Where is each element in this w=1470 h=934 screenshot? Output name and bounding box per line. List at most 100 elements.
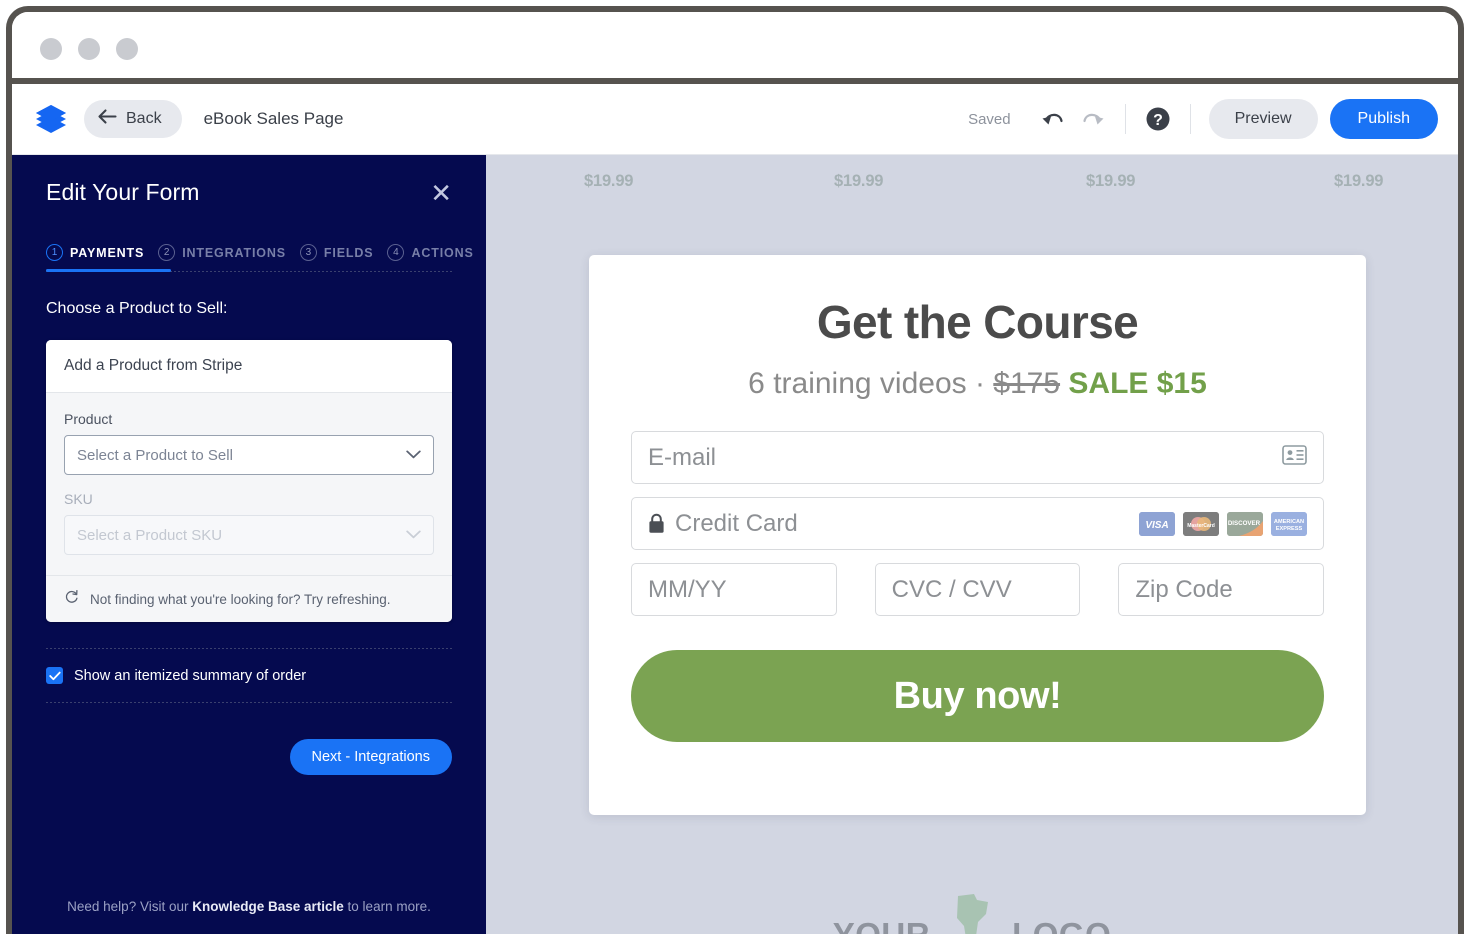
bg-price-2: $19.99 [834,172,884,190]
tab-payments-number: 1 [46,244,63,261]
next-integrations-button[interactable]: Next - Integrations [289,739,452,775]
refresh-circle-icon[interactable] [64,589,79,609]
toolbar-divider-1 [1124,104,1126,134]
subtitle-original-price: $175 [993,367,1061,400]
product-select[interactable]: Select a Product to Sell [64,435,434,475]
zip-field[interactable]: Zip Code [1118,563,1325,616]
expiry-field-placeholder: MM/YY [648,575,727,603]
tab-fields[interactable]: 3 FIELDS [299,244,374,272]
cvc-field-placeholder: CVC / CVV [891,575,1012,603]
panel-header: Edit Your Form ✕ [46,155,452,206]
question-mark-circle-icon[interactable]: ? [1138,99,1178,139]
toolbar-divider-2 [1189,104,1191,134]
tab-integrations[interactable]: 2 INTEGRATIONS [158,244,286,272]
stripe-product-card: Add a Product from Stripe Product Select… [46,340,452,622]
saved-status: Saved [968,110,1011,128]
window-dot-minimize[interactable] [78,38,100,60]
course-subtitle: 6 training videos · $175 SALE $15 [631,367,1324,401]
sku-select-value: Select a Product SKU [77,526,223,544]
svg-text:AMERICAN: AMERICAN [1274,519,1304,525]
visa-logo-icon: VISA [1139,511,1175,536]
card-details-row: MM/YY CVC / CVV Zip Code [631,563,1325,616]
bg-price-3: $19.99 [1086,172,1136,190]
svg-text:EXPRESS: EXPRESS [1276,526,1303,532]
publish-button[interactable]: Publish [1329,99,1438,139]
checkmark-icon [48,671,61,680]
sku-field-label: SKU [64,491,93,507]
product-select-value: Select a Product to Sell [77,446,233,464]
help-trail-text: to learn more. [343,899,431,914]
tab-integrations-number: 2 [158,244,176,261]
mastercard-logo-icon: MasterCard [1183,511,1219,536]
lock-icon [648,513,665,534]
sku-select[interactable]: Select a Product SKU [64,515,434,555]
email-field-placeholder: E-mail [648,443,717,471]
close-x-icon[interactable]: ✕ [430,180,452,206]
subtitle-sale-price: SALE $15 [1068,367,1207,400]
browser-window-frame: Back eBook Sales Page Saved ? Preview Pu… [6,6,1464,934]
back-button-label: Back [126,110,162,127]
window-dot-close[interactable] [40,38,62,60]
page-preview-canvas: $19.99 $19.99 $19.99 $19.99 Get the Cour… [486,155,1458,934]
wizard-tabs: 1 PAYMENTS 2 INTEGRATIONS 3 FIELDS 4 ACT… [46,244,473,272]
footer-logo: YOUR LOGO [486,888,1458,934]
tabs-active-underline [46,269,171,272]
preview-button[interactable]: Preview [1208,99,1318,139]
product-field-label: Product [64,411,113,427]
product-field-group: Product Select a Product to Sell [64,411,434,475]
panel-divider-bottom [46,702,452,703]
back-button[interactable]: Back [84,100,182,138]
email-field[interactable]: E-mail [631,431,1324,484]
buy-now-button[interactable]: Buy now! [631,650,1324,742]
chevron-down-icon [406,448,421,462]
itemized-summary-row[interactable]: Show an itemized summary of order [46,649,452,702]
stripe-card-footer[interactable]: Not finding what you're looking for? Try… [46,575,452,622]
card-brand-logos: VISA MasterCard DISCOVER AMERICAN EXPRES… [1139,511,1307,536]
expiry-field[interactable]: MM/YY [631,563,837,616]
panel-footer-help: Need help? Visit our Knowledge Base arti… [12,899,486,914]
tab-payments[interactable]: 1 PAYMENTS [46,244,144,272]
tab-actions-label: ACTIONS [411,245,474,260]
footer-logo-right-text: LOGO [1012,916,1111,934]
tab-integrations-label: INTEGRATIONS [182,245,286,260]
arrow-left-icon [98,109,117,129]
discover-logo-icon: DISCOVER [1227,511,1263,536]
credit-card-placeholder: Credit Card [675,509,798,537]
itemized-summary-checkbox[interactable] [46,667,63,684]
svg-text:VISA: VISA [1145,520,1168,531]
tab-payments-label: PAYMENTS [70,245,145,260]
window-titlebar [12,12,1458,84]
sales-page-card: Get the Course 6 training videos · $175 … [589,255,1366,815]
footer-logo-left-text: YOUR [833,916,930,934]
edit-form-panel: Edit Your Form ✕ 1 PAYMENTS 2 INTEGRATIO… [12,155,486,934]
window-dot-maximize[interactable] [116,38,138,60]
app-toolbar: Back eBook Sales Page Saved ? Preview Pu… [12,84,1458,155]
bg-price-4: $19.99 [1334,172,1384,190]
help-lead-text: Need help? Visit our [67,899,193,914]
undo-arrow-icon[interactable] [1033,99,1073,139]
bg-price-1: $19.99 [584,172,634,190]
stripe-card-header: Add a Product from Stripe [46,340,452,393]
svg-text:MasterCard: MasterCard [1187,523,1215,529]
tab-fields-number: 3 [299,244,317,261]
tab-actions[interactable]: 4 ACTIONS [387,244,473,272]
knowledge-base-link[interactable]: Knowledge Base article [192,899,344,914]
minnesota-state-shape-icon [944,888,998,934]
stripe-card-body: Product Select a Product to Sell SKU Sel… [46,393,452,575]
panel-title: Edit Your Form [46,179,200,205]
cvc-field[interactable]: CVC / CVV [874,563,1081,616]
tab-actions-number: 4 [387,244,405,261]
refresh-hint-text: Not finding what you're looking for? Try… [90,591,391,607]
itemized-summary-label: Show an itemized summary of order [74,667,307,684]
zip-field-placeholder: Zip Code [1135,575,1233,603]
redo-arrow-icon[interactable] [1073,99,1113,139]
subtitle-lead: 6 training videos · [748,367,994,400]
layers-stack-icon[interactable] [32,100,70,138]
choose-product-label: Choose a Product to Sell: [46,300,228,317]
next-button-row: Next - Integrations [46,739,452,775]
contact-card-icon[interactable] [1282,445,1307,470]
amex-logo-icon: AMERICAN EXPRESS [1271,511,1307,536]
course-title: Get the Course [816,296,1139,348]
tab-fields-label: FIELDS [323,245,374,260]
credit-card-field[interactable]: Credit Card VISA MasterCard DISCOVER AME… [631,497,1324,550]
